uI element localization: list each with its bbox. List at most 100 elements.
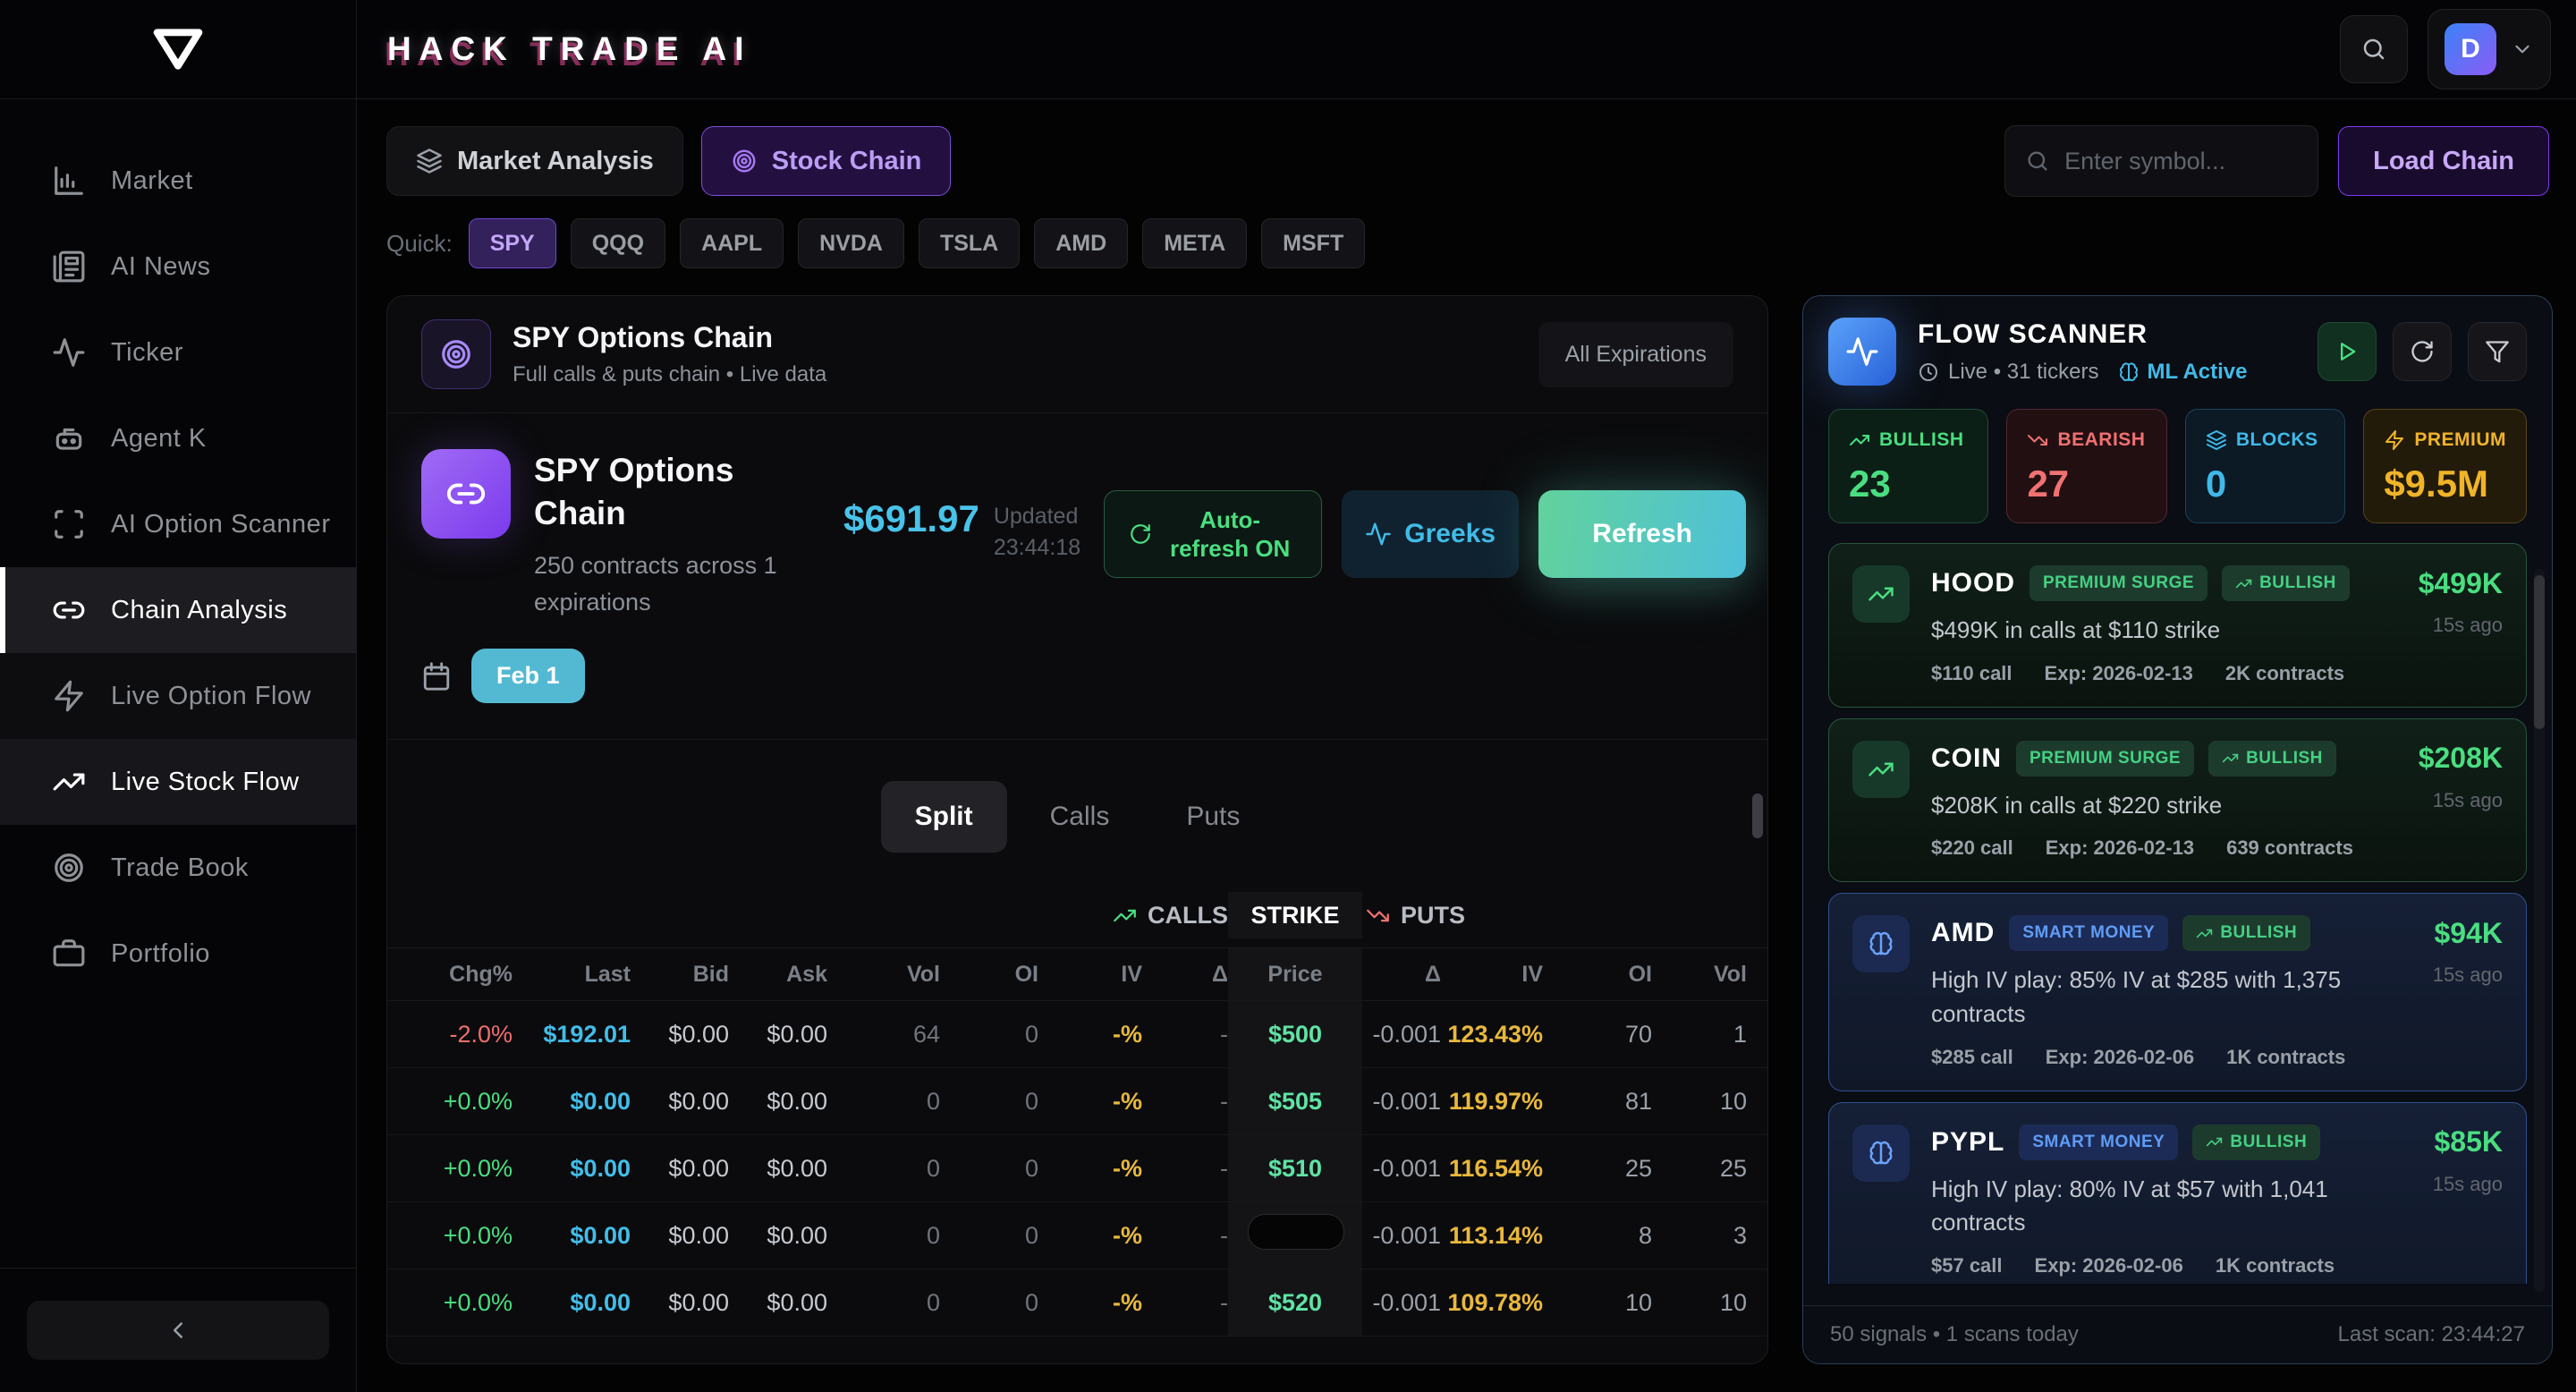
stat-card-bearish: BEARISH27 — [2006, 409, 2166, 523]
option-row-505[interactable]: +0.0%$0.00$0.00$0.0000-%-$505-0.001119.9… — [387, 1068, 1767, 1135]
column-header-7: Δ — [1142, 948, 1228, 1000]
tab-market-analysis[interactable]: Market Analysis — [386, 126, 683, 196]
sidebar-item-live-option-flow[interactable]: Live Option Flow — [0, 653, 356, 739]
signal-card-hood[interactable]: HOODPREMIUM SURGEBULLISH$499K$499K in ca… — [1828, 543, 2527, 708]
quick-chip-qqq[interactable]: QQQ — [571, 218, 665, 268]
put-vol-cell: 10 — [1652, 1068, 1747, 1134]
quick-chip-amd[interactable]: AMD — [1034, 218, 1128, 268]
option-row-500[interactable]: -2.0%$192.01$0.00$0.00640-%-$500-0.00112… — [387, 1001, 1767, 1068]
option-row-510[interactable]: +0.0%$0.00$0.00$0.0000-%-$510-0.001116.5… — [387, 1135, 1767, 1202]
signal-timestamp: 15s ago — [2433, 1173, 2503, 1196]
sidebar-item-ai-news[interactable]: AI News — [0, 224, 356, 310]
sidebar-item-agent-k[interactable]: Agent K — [0, 395, 356, 481]
flow-title: FLOW SCANNER — [1918, 319, 2248, 350]
auto-refresh-toggle[interactable]: Auto-refresh ON — [1104, 490, 1322, 578]
user-menu[interactable]: D — [2428, 9, 2551, 89]
activity-icon — [1365, 521, 1392, 547]
tab-stock-chain[interactable]: Stock Chain — [701, 126, 952, 196]
signal-direction-badge: BULLISH — [2222, 565, 2350, 601]
activity-icon — [52, 335, 86, 369]
target-icon — [439, 337, 473, 371]
all-expirations-button[interactable]: All Expirations — [1538, 322, 1733, 387]
sidebar-item-market[interactable]: Market — [0, 138, 356, 224]
signal-tag-badge: SMART MONEY — [2009, 915, 2168, 951]
chg-cell: +0.0% — [412, 1068, 513, 1134]
trending-up-icon — [52, 765, 86, 799]
quick-chip-spy[interactable]: SPY — [469, 218, 556, 268]
signal-card-amd[interactable]: AMDSMART MONEYBULLISH$94KHigh IV play: 8… — [1828, 893, 2527, 1091]
load-chain-button[interactable]: Load Chain — [2338, 126, 2549, 196]
symbol-input[interactable] — [2063, 147, 2298, 176]
column-header-10: IV — [1441, 948, 1543, 1000]
stat-card-blocks: BLOCKS0 — [2185, 409, 2345, 523]
quick-chip-msft[interactable]: MSFT — [1261, 218, 1365, 268]
sidebar-item-trade-book[interactable]: Trade Book — [0, 825, 356, 911]
sidebar-item-chain-analysis[interactable]: Chain Analysis — [0, 567, 356, 653]
signal-contract: $285 call — [1931, 1046, 2013, 1069]
sidebar-item-label: Live Stock Flow — [111, 768, 300, 797]
tab-split[interactable]: Split — [881, 781, 1007, 853]
signal-direction-badge: BULLISH — [2192, 1125, 2320, 1160]
greeks-button[interactable]: Greeks — [1342, 490, 1519, 578]
sidebar-item-ticker[interactable]: Ticker — [0, 310, 356, 395]
flow-scrollbar-thumb[interactable] — [2534, 575, 2545, 729]
main-content: Market Analysis Stock Chain Load Chain Q… — [356, 98, 2576, 1392]
ask-cell: $0.00 — [729, 1001, 827, 1067]
signal-description: $208K in calls at $220 strike — [1931, 789, 2433, 823]
quick-chip-tsla[interactable]: TSLA — [919, 218, 1020, 268]
option-row-515[interactable]: +0.0%$0.00$0.00$0.0000-%-$515-0.001113.1… — [387, 1202, 1767, 1269]
sidebar-collapse-button[interactable] — [27, 1301, 329, 1360]
sidebar-item-ai-option-scanner[interactable]: AI Option Scanner — [0, 481, 356, 567]
signal-expiration: Exp: 2026-02-13 — [2046, 836, 2194, 860]
scanner-refresh-button[interactable] — [2393, 322, 2452, 381]
option-row-520[interactable]: +0.0%$0.00$0.00$0.0000-%-$520-0.001109.7… — [387, 1269, 1767, 1337]
flow-action-buttons — [2318, 322, 2527, 381]
signal-card-coin[interactable]: COINPREMIUM SURGEBULLISH$208K$208K in ca… — [1828, 718, 2527, 883]
flow-status: Live • 31 tickers — [1948, 360, 2098, 385]
chain-link-icon-tile — [421, 449, 511, 539]
oi-cell: 0 — [940, 1068, 1038, 1134]
column-header-9: Δ — [1362, 948, 1441, 1000]
robot-icon — [52, 421, 86, 455]
strike-cell: $500 — [1228, 1001, 1362, 1067]
table-group-header: CALLS STRIKE PUTS — [387, 892, 1767, 938]
put-vol-cell: 3 — [1652, 1202, 1747, 1269]
link-icon — [445, 473, 487, 514]
sidebar-item-live-stock-flow[interactable]: Live Stock Flow — [0, 739, 356, 825]
scanner-play-button[interactable] — [2318, 322, 2377, 381]
put-iv-cell: 109.78% — [1441, 1269, 1543, 1336]
tab-label: Market Analysis — [457, 147, 654, 176]
quick-chip-meta[interactable]: META — [1142, 218, 1247, 268]
bid-cell: $0.00 — [631, 1202, 729, 1269]
sidebar-item-label: AI Option Scanner — [111, 510, 330, 539]
expiration-row: Feb 1 — [387, 649, 1767, 703]
signal-expiration: Exp: 2026-02-06 — [2046, 1046, 2194, 1069]
put-delta-cell: -0.001 — [1362, 1068, 1441, 1134]
scanner-filter-button[interactable] — [2468, 322, 2527, 381]
signal-amount: $85K — [2435, 1125, 2504, 1159]
chevron-left-icon — [165, 1317, 191, 1344]
sidebar-item-portfolio[interactable]: Portfolio — [0, 911, 356, 997]
tab-calls[interactable]: Calls — [1016, 781, 1144, 853]
expiration-chip[interactable]: Feb 1 — [471, 649, 585, 703]
column-header-8: Price — [1228, 948, 1362, 1000]
last-cell: $0.00 — [513, 1068, 631, 1134]
put-iv-cell: 116.54% — [1441, 1135, 1543, 1201]
last-cell: $192.01 — [513, 1001, 631, 1067]
refresh-button[interactable]: Refresh — [1538, 490, 1746, 578]
sidebar-item-label: Portfolio — [111, 939, 210, 969]
tab-puts[interactable]: Puts — [1152, 781, 1274, 853]
chain-scrollbar-thumb[interactable] — [1752, 794, 1763, 838]
calls-group-header: CALLS — [412, 892, 1228, 938]
app-logo[interactable] — [0, 0, 357, 98]
put-delta-cell: -0.001 — [1362, 1269, 1441, 1336]
quick-chip-nvda[interactable]: NVDA — [798, 218, 904, 268]
put-oi-cell: 81 — [1543, 1068, 1652, 1134]
oi-cell: 0 — [940, 1269, 1038, 1336]
put-delta-cell: -0.001 — [1362, 1001, 1441, 1067]
signal-card-pypl[interactable]: PYPLSMART MONEYBULLISH$85KHigh IV play: … — [1828, 1102, 2527, 1284]
header-search-button[interactable] — [2340, 15, 2408, 83]
quick-chip-aapl[interactable]: AAPL — [680, 218, 784, 268]
signal-icon-tile — [1852, 741, 1910, 798]
chg-cell: +0.0% — [412, 1269, 513, 1336]
